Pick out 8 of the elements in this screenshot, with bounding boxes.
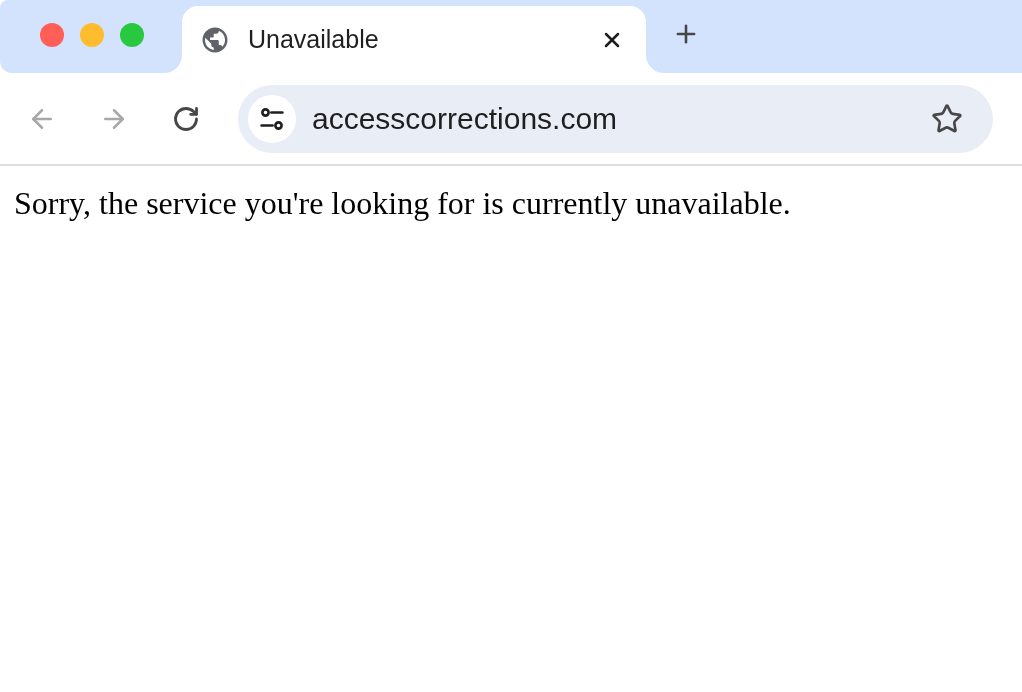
tab[interactable]: Unavailable — [182, 6, 646, 73]
site-info-button[interactable] — [248, 94, 296, 143]
error-message: Sorry, the service you're looking for is currently unavailable. — [14, 184, 791, 223]
address-bar[interactable]: accesscorrections.com — [238, 84, 993, 153]
url-text: accesscorrections.com — [312, 103, 619, 134]
tune-icon — [259, 105, 285, 132]
bookmark-star-icon[interactable] — [931, 102, 963, 135]
reload-icon — [172, 104, 200, 133]
